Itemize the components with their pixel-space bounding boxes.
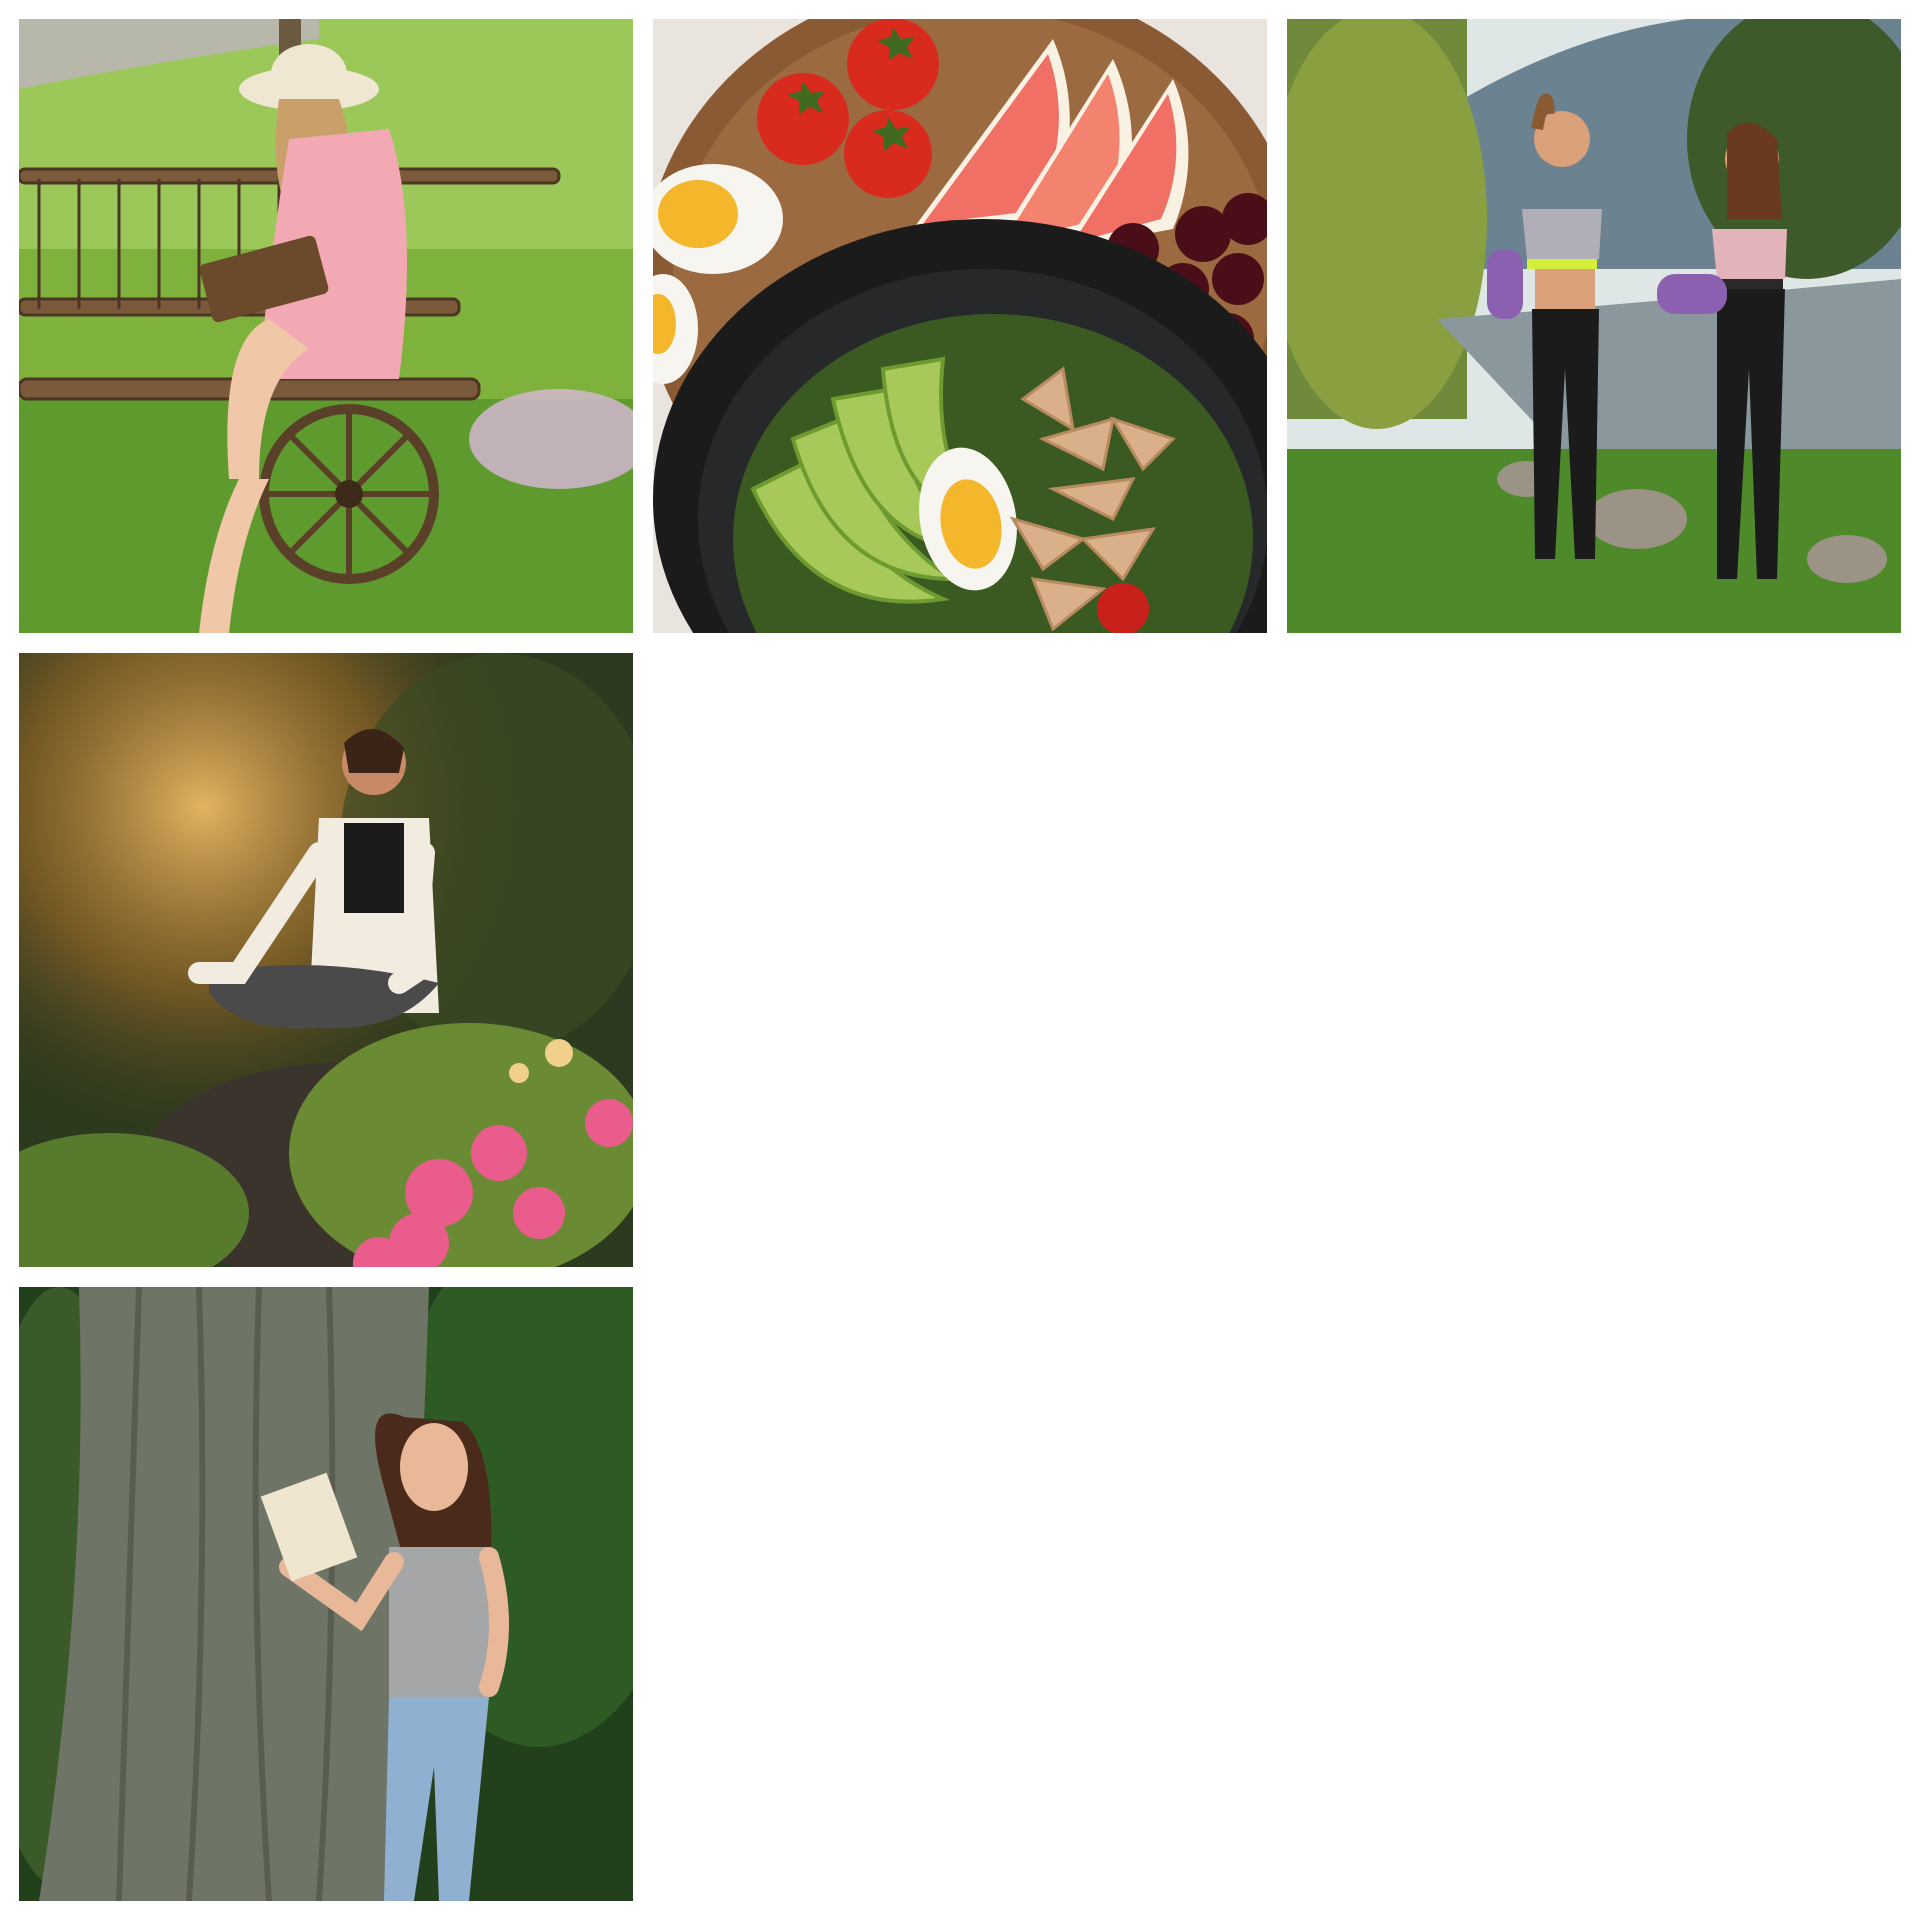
photo-salad-bowl-image — [653, 19, 1267, 633]
photo-yoga-walkers[interactable] — [1287, 19, 1901, 633]
photo-woman-reading-tree-image — [19, 1287, 633, 1901]
photo-girl-reading-on-cart[interactable] — [19, 19, 633, 633]
photo-woman-meditating-image — [19, 653, 633, 1267]
photo-woman-meditating[interactable] — [19, 653, 633, 1267]
photo-salad-bowl[interactable] — [653, 19, 1267, 633]
photo-grid — [0, 0, 1920, 1920]
photo-yoga-walkers-image — [1287, 19, 1901, 633]
photo-woman-reading-tree[interactable] — [19, 1287, 633, 1901]
photo-girl-reading-on-cart-image — [19, 19, 633, 633]
